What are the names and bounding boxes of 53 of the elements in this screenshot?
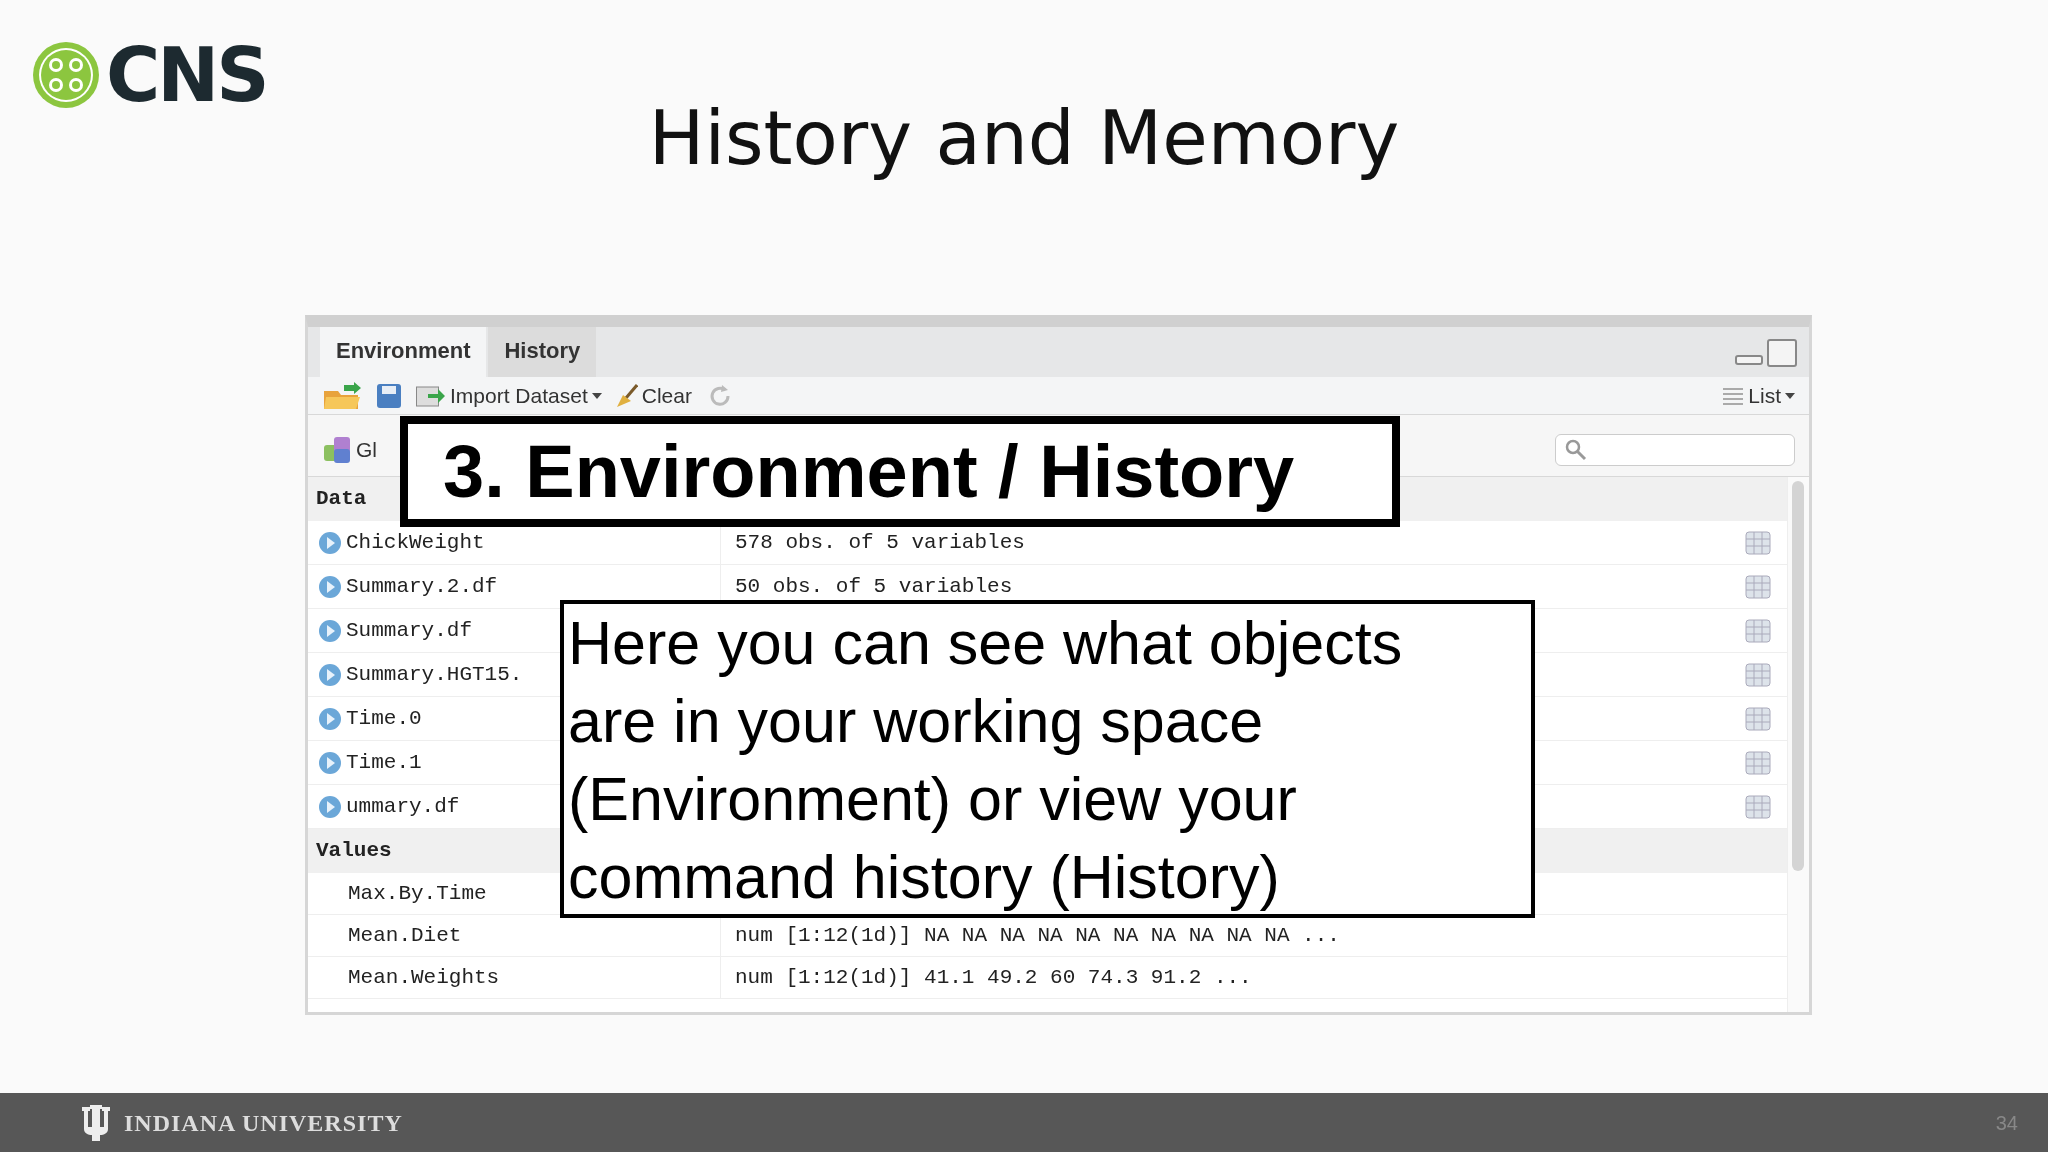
environment-dropdown[interactable]: Gl [322, 433, 377, 466]
search-icon [1564, 437, 1588, 462]
variable-name: ChickWeight [346, 529, 485, 556]
callout-heading: 3. Environment / History [400, 416, 1400, 527]
grid-icon[interactable] [1745, 618, 1771, 643]
play-circle-icon[interactable] [318, 706, 342, 731]
grid-icon[interactable] [1745, 750, 1771, 775]
callout-text: Here you can see what objects are in your working space (Environment) or view your command history (History) [567, 608, 1404, 913]
grid-icon[interactable] [1745, 530, 1771, 555]
caret-icon [1785, 391, 1795, 400]
play-circle-icon[interactable] [318, 750, 342, 775]
variable-name: Summary.df [346, 617, 473, 644]
play-circle-icon[interactable] [318, 574, 342, 599]
variable-name: Mean.Diet [348, 922, 462, 949]
variable-name: Mean.Weights [348, 964, 500, 991]
panel-tab[interactable]: History [488, 327, 597, 377]
variable-value: num [1:12(1d)] NA NA NA NA NA NA NA NA NA NA ... [735, 922, 1340, 949]
play-circle-icon[interactable] [318, 794, 342, 819]
clover-logo-icon [30, 39, 102, 111]
variable-value: 50 obs. of 5 variables [735, 573, 1013, 600]
broom-icon [615, 383, 638, 408]
caret-icon [591, 391, 602, 400]
university-name: INDIANA UNIVERSITY [124, 1108, 403, 1138]
variable-name: Time.0 [346, 705, 422, 732]
variable-name: Summary.HGT15. [346, 661, 523, 688]
grid-icon[interactable] [1745, 662, 1771, 687]
variable-name: Time.1 [346, 749, 422, 776]
play-circle-icon[interactable] [318, 618, 342, 643]
scrollbar-thumb[interactable] [1792, 481, 1804, 871]
variable-name: ummary.df [346, 793, 460, 820]
grid-icon[interactable] [1745, 574, 1771, 599]
clear-button[interactable]: Clear [615, 379, 692, 412]
grid-icon[interactable] [1745, 706, 1771, 731]
panel-tab[interactable]: Environment [320, 327, 487, 377]
slide-title: History and Memory [648, 98, 1400, 180]
section-header: Values [316, 838, 392, 865]
variable-name: Summary.2.df [346, 573, 498, 600]
list-view-dropdown[interactable]: List [1722, 379, 1795, 412]
cubes-icon [322, 434, 352, 465]
folder-icon[interactable] [322, 380, 362, 411]
variable-value: 578 obs. of 5 variables [735, 529, 1025, 556]
search-field[interactable] [1555, 433, 1795, 466]
variable-name: Max.By.Time [348, 880, 487, 907]
play-circle-icon[interactable] [318, 530, 342, 555]
grid-icon[interactable] [1745, 794, 1771, 819]
variable-value: num [1:12(1d)] 41.1 49.2 60 74.3 91.2 ... [735, 964, 1252, 991]
play-circle-icon[interactable] [318, 662, 342, 687]
section-header: Data [316, 486, 367, 513]
save-icon[interactable] [376, 382, 402, 409]
import-dataset-button[interactable]: Import Dataset [416, 379, 602, 412]
logo-text: CNS [106, 38, 267, 112]
import-icon [416, 384, 446, 407]
maximize-icon[interactable] [1767, 339, 1797, 367]
